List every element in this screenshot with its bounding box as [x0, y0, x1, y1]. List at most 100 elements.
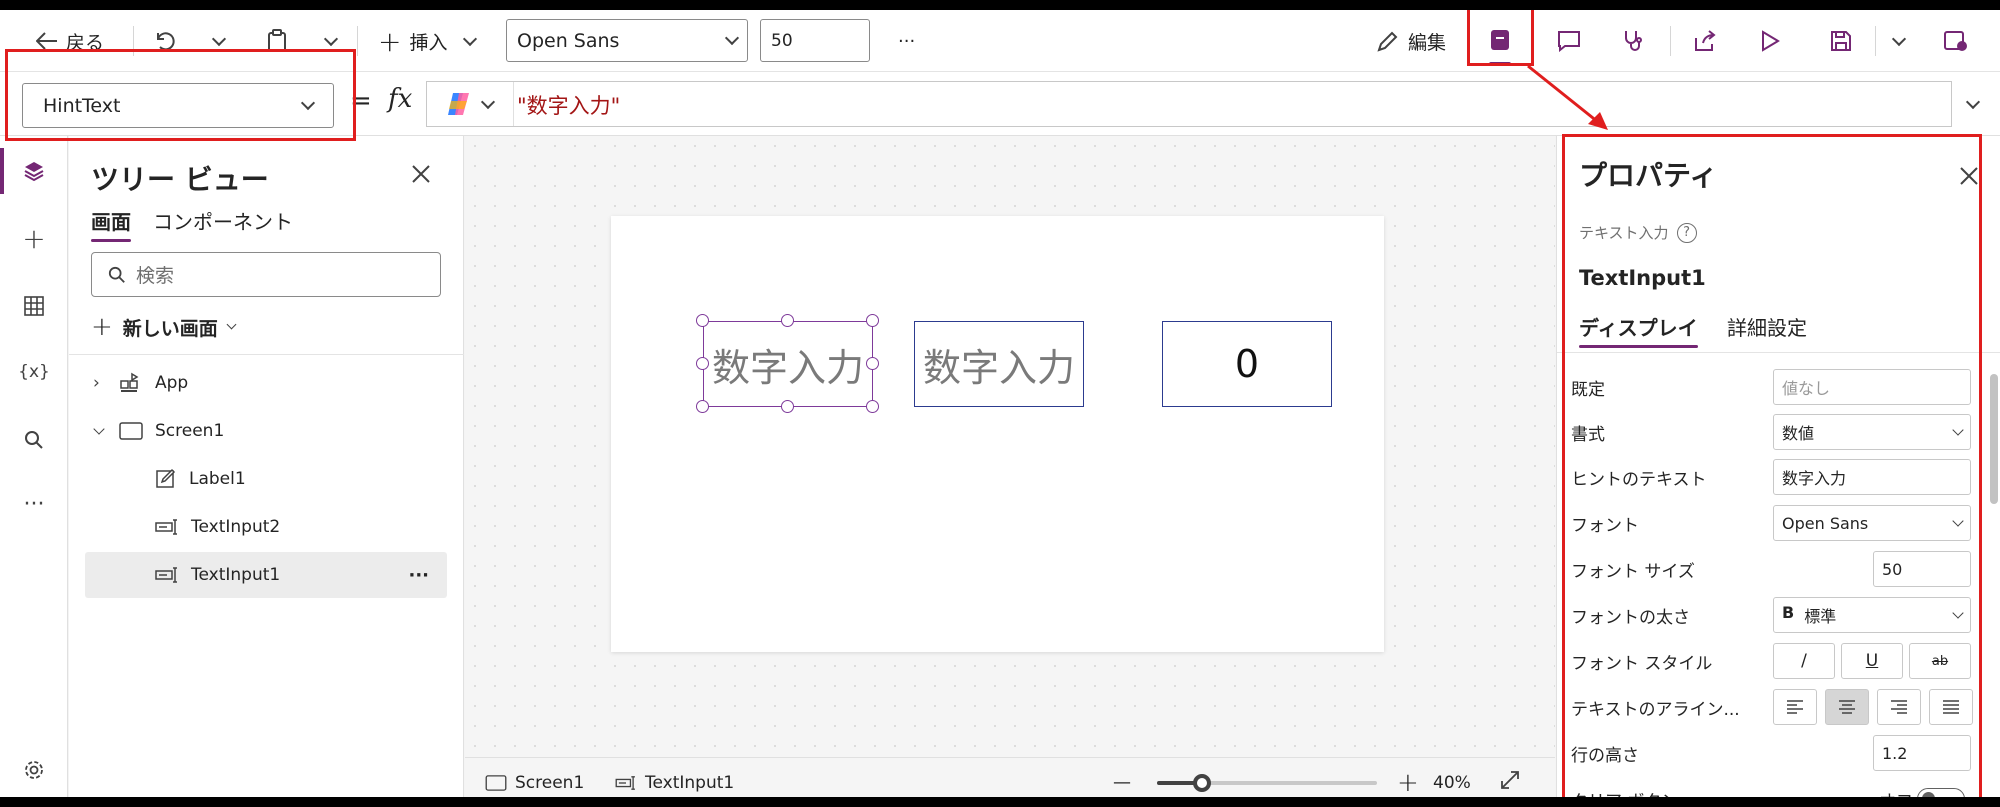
close-icon	[412, 165, 430, 183]
preview-button[interactable]	[1747, 18, 1793, 64]
resize-handle[interactable]	[866, 314, 879, 327]
tree-item-textinput1[interactable]: TextInput1 ···	[85, 552, 447, 598]
publish-button[interactable]	[1933, 18, 1979, 64]
tab-components[interactable]: コンポーネント	[153, 206, 293, 235]
screen1-canvas[interactable]: 数字入力 数字入力 0	[611, 216, 1384, 652]
save-dropdown[interactable]	[1876, 18, 1922, 64]
tab-advanced[interactable]: 詳細設定	[1727, 312, 1807, 341]
align-justify-button[interactable]	[1929, 689, 1973, 725]
prop-default: 既定 値なし	[1571, 368, 1971, 406]
underline-button[interactable]: U	[1841, 643, 1903, 679]
plus-icon: +	[378, 24, 402, 58]
textinput2-hint: 数字入力	[922, 345, 1075, 390]
resize-handle[interactable]	[866, 357, 879, 370]
textinput2-control[interactable]: 数字入力	[914, 321, 1084, 407]
properties-pane-button[interactable]	[1477, 18, 1523, 66]
bold-icon: B	[1782, 603, 1795, 622]
new-screen-button[interactable]: + 新しい画面	[91, 312, 237, 342]
expand-formula-button[interactable]	[1965, 92, 1981, 111]
app-checker-button[interactable]	[1611, 18, 1657, 64]
resize-handle[interactable]	[696, 400, 709, 413]
prop-clear-label: クリア ボタン	[1571, 787, 1678, 798]
zoom-slider[interactable]	[1157, 773, 1377, 792]
hint-text-input[interactable]: 数字入力	[1773, 459, 1971, 495]
plus-icon: +	[22, 221, 46, 255]
resize-handle[interactable]	[696, 314, 709, 327]
align-right-button[interactable]	[1877, 689, 1921, 725]
help-icon[interactable]: ?	[1676, 222, 1697, 243]
font-size-input[interactable]: 50	[760, 19, 870, 62]
property-select[interactable]: HintText	[22, 83, 334, 128]
more-options-icon[interactable]: ···	[408, 565, 429, 586]
tree-item-textinput2[interactable]: TextInput2	[85, 504, 447, 550]
edit-button[interactable]: 編集	[1376, 10, 1446, 72]
formula-input[interactable]: "数字入力"	[426, 81, 1952, 127]
tab-display[interactable]: ディスプレイ	[1579, 312, 1698, 348]
insert-button[interactable]: + 挿入	[378, 10, 478, 72]
variables-button[interactable]: {x}	[12, 350, 56, 394]
font-select[interactable]: Open Sans	[506, 19, 748, 62]
breadcrumb-screen[interactable]: Screen1	[485, 773, 584, 793]
undo-button[interactable]	[154, 10, 176, 72]
resize-handle[interactable]	[781, 400, 794, 413]
close-properties-button[interactable]	[1959, 166, 1979, 190]
settings-button[interactable]	[12, 748, 56, 792]
line-height-input[interactable]: 1.2	[1873, 735, 1971, 771]
close-tree-button[interactable]	[411, 164, 431, 188]
copilot-button[interactable]	[445, 91, 496, 117]
zoom-slider-thumb[interactable]	[1193, 773, 1211, 792]
tree-item-app[interactable]: › App	[85, 360, 447, 406]
insert-rail-button[interactable]: +	[12, 216, 56, 260]
breadcrumb-control[interactable]: TextInput1	[615, 773, 734, 793]
strikethrough-button[interactable]: ab	[1909, 643, 1971, 679]
zoom-in-button[interactable]: +	[1397, 768, 1419, 798]
default-input[interactable]: 値なし	[1773, 369, 1971, 405]
tree-search-input[interactable]: 検索	[91, 252, 441, 297]
label1-control[interactable]: 0	[1162, 321, 1332, 407]
fit-to-window-button[interactable]	[1499, 769, 1521, 796]
prop-font: フォント Open Sans	[1571, 504, 1971, 542]
share-button[interactable]	[1682, 18, 1728, 64]
font-weight-select[interactable]: B 標準	[1773, 597, 1971, 633]
canvas[interactable]: 数字入力 数字入力 0	[465, 136, 1555, 757]
equals-sign: =	[350, 86, 372, 116]
paste-button[interactable]	[266, 10, 288, 72]
tree-view-button[interactable]	[12, 149, 56, 193]
tree-item-screen1[interactable]: Screen1	[85, 408, 447, 454]
tree-item-label1[interactable]: Label1	[85, 456, 447, 502]
zoom-out-button[interactable]: —	[1113, 772, 1131, 793]
share-icon	[1695, 30, 1716, 51]
resize-handle[interactable]	[781, 314, 794, 327]
undo-dropdown[interactable]	[211, 10, 227, 72]
paste-dropdown[interactable]	[323, 10, 339, 72]
comments-button[interactable]	[1546, 18, 1592, 64]
clear-button-toggle[interactable]	[1917, 788, 1965, 797]
save-button[interactable]	[1818, 18, 1864, 64]
font-prop-select[interactable]: Open Sans	[1773, 505, 1971, 541]
more-commands-button[interactable]: ···	[898, 10, 915, 72]
property-select-value: HintText	[43, 94, 121, 117]
align-center-button[interactable]	[1825, 689, 1869, 725]
screen-icon	[119, 422, 143, 440]
align-left-button[interactable]	[1773, 689, 1817, 725]
tree-view-pane: ツリー ビュー 画面 コンポーネント 検索 + 新しい画面 › App Scre…	[69, 136, 464, 797]
more-rail-button[interactable]: ···	[12, 482, 56, 526]
data-button[interactable]	[12, 284, 56, 328]
tree-view-title: ツリー ビュー	[91, 163, 269, 196]
prop-font-weight-label: フォントの太さ	[1571, 607, 1690, 628]
font-size-prop-input[interactable]: 50	[1873, 551, 1971, 587]
save-icon	[1831, 31, 1851, 51]
search-placeholder: 検索	[136, 265, 175, 287]
label1-value: 0	[1234, 342, 1260, 386]
back-button[interactable]: 戻る	[36, 10, 104, 72]
format-select[interactable]: 数値	[1773, 414, 1971, 450]
prop-clear-button: クリア ボタン オフ	[1571, 780, 1971, 797]
textinput1-control[interactable]: 数字入力	[703, 321, 873, 407]
tab-screens[interactable]: 画面	[91, 206, 131, 242]
resize-handle[interactable]	[696, 357, 709, 370]
italic-button[interactable]: /	[1773, 643, 1835, 679]
resize-handle[interactable]	[866, 400, 879, 413]
search-rail-button[interactable]	[12, 418, 56, 462]
properties-scrollbar[interactable]	[1990, 374, 1998, 504]
fx-icon: fx	[388, 84, 413, 114]
